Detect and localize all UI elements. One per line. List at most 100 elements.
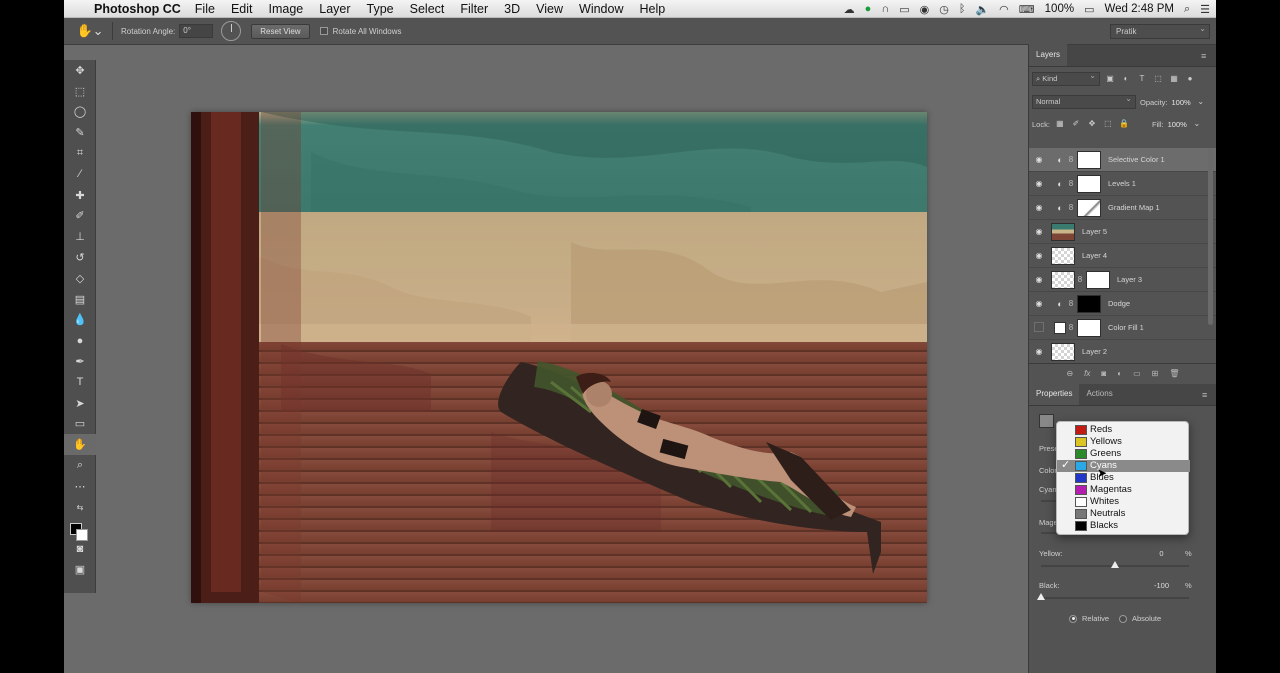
layer-name[interactable]: Color Fill 1 xyxy=(1108,323,1144,332)
black-slider-thumb[interactable] xyxy=(1037,593,1045,600)
tab-actions[interactable]: Actions xyxy=(1079,383,1119,405)
new-adjustment-icon[interactable]: ◐ xyxy=(1117,369,1122,378)
bluetooth-icon[interactable]: ᛒ xyxy=(959,3,966,15)
menu-layer[interactable]: Layer xyxy=(319,2,350,16)
colors-option-whites[interactable]: Whites xyxy=(1057,496,1190,508)
absolute-radio[interactable]: Absolute xyxy=(1119,614,1161,623)
record-icon[interactable]: ◉ xyxy=(920,3,930,16)
sync-icon[interactable]: ● xyxy=(865,3,872,15)
marquee-tool-icon[interactable]: ⬚ xyxy=(64,81,96,102)
absolute-radio-button[interactable] xyxy=(1119,614,1127,623)
rotate-view-tool-icon[interactable]: ✋⌄ xyxy=(76,21,104,41)
tab-layers[interactable]: Layers xyxy=(1029,44,1068,66)
lock-all-icon[interactable]: 🔒 xyxy=(1118,118,1130,130)
brush-tool-icon[interactable]: ✐ xyxy=(64,206,96,227)
relative-radio[interactable]: Relative xyxy=(1069,614,1109,623)
menu-filter[interactable]: Filter xyxy=(460,2,488,16)
menu-file[interactable]: File xyxy=(195,2,215,16)
visibility-eye-icon[interactable]: ◉ xyxy=(1029,155,1049,164)
relative-radio-button[interactable] xyxy=(1069,614,1077,623)
menu-view[interactable]: View xyxy=(536,2,563,16)
gradient-tool-icon[interactable]: ▤ xyxy=(64,289,96,310)
layer-kind-filter[interactable]: ⌕ Kind xyxy=(1032,70,1100,86)
headphones-icon[interactable]: ∩ xyxy=(881,3,889,15)
zoom-tool-icon[interactable]: ⌕ xyxy=(64,455,96,476)
layer-row[interactable]: ◉ ◐ 8 Levels 1 xyxy=(1029,172,1216,196)
colors-option-cyans[interactable]: ✓ Cyans xyxy=(1057,459,1190,472)
menu-help[interactable]: Help xyxy=(640,2,666,16)
link-chain-icon[interactable]: 8 xyxy=(1066,203,1076,212)
type-tool-icon[interactable]: T xyxy=(64,372,96,393)
layer-thumbnail[interactable] xyxy=(1051,270,1075,289)
new-layer-icon[interactable]: ⊞ xyxy=(1152,369,1159,378)
layer-row[interactable]: ◉ Layer 4 xyxy=(1029,244,1216,268)
layer-mask-thumbnail[interactable] xyxy=(1077,150,1101,169)
layer-mask-thumbnail[interactable] xyxy=(1077,318,1101,337)
link-layers-icon[interactable]: ⊖ xyxy=(1066,369,1073,378)
eraser-tool-icon[interactable]: ◇ xyxy=(64,268,96,289)
move-tool-icon[interactable]: ✥ xyxy=(64,60,96,81)
clone-stamp-tool-icon[interactable]: ⊥ xyxy=(64,226,96,247)
rectangle-tool-icon[interactable]: ▭ xyxy=(64,414,96,435)
visibility-eye-icon[interactable]: ◉ xyxy=(1029,299,1049,308)
layer-style-fx-icon[interactable]: fx xyxy=(1084,369,1090,378)
colors-option-neutrals[interactable]: Neutrals xyxy=(1057,508,1190,520)
visibility-eye-icon[interactable]: ◉ xyxy=(1029,251,1049,260)
filter-adjustment-icon[interactable]: ◐ xyxy=(1120,73,1132,85)
lock-transparent-icon[interactable]: ▦ xyxy=(1054,118,1066,130)
reset-view-button[interactable]: Reset View xyxy=(251,23,310,39)
colors-option-yellows[interactable]: Yellows xyxy=(1057,436,1190,448)
colors-option-reds[interactable]: Reds xyxy=(1057,424,1190,436)
layer-thumbnail[interactable] xyxy=(1051,246,1075,265)
filter-type-icon[interactable]: T xyxy=(1136,73,1148,85)
link-chain-icon[interactable]: 8 xyxy=(1075,275,1085,284)
screen-mode-icon[interactable]: ▣ xyxy=(64,559,96,580)
visibility-eye-icon[interactable]: ◉ xyxy=(1029,227,1049,236)
opacity-value[interactable]: 100% xyxy=(1172,98,1191,107)
lock-artboard-icon[interactable]: ⬚ xyxy=(1102,118,1114,130)
eyedropper-tool-icon[interactable]: ⁄ xyxy=(64,164,96,185)
dodge-tool-icon[interactable]: ● xyxy=(64,330,96,351)
link-chain-icon[interactable]: 8 xyxy=(1066,299,1076,308)
layer-name[interactable]: Selective Color 1 xyxy=(1108,155,1165,164)
layer-row[interactable]: ◉ ◐ 8 Selective Color 1 xyxy=(1029,148,1216,172)
colors-option-blacks[interactable]: Blacks xyxy=(1057,520,1190,532)
colors-option-blues[interactable]: Blues xyxy=(1057,472,1190,484)
spotlight-icon[interactable]: ⌕ xyxy=(1184,3,1190,16)
time-machine-icon[interactable]: ◷ xyxy=(939,3,949,16)
opacity-chevron-icon[interactable]: ⌄ xyxy=(1195,96,1207,108)
more-tools-icon[interactable]: ⋯ xyxy=(64,476,96,497)
layer-name[interactable]: Layer 5 xyxy=(1082,227,1107,236)
properties-panel-menu-icon[interactable]: ≡ xyxy=(1202,390,1211,400)
colors-option-greens[interactable]: Greens xyxy=(1057,448,1190,460)
menu-type[interactable]: Type xyxy=(367,2,394,16)
healing-brush-tool-icon[interactable]: ✚ xyxy=(64,185,96,206)
layer-thumbnail[interactable] xyxy=(1051,342,1075,361)
clock[interactable]: Wed 2:48 PM xyxy=(1104,3,1173,15)
quick-mask-icon[interactable]: ◙ xyxy=(64,538,96,559)
black-slider-track[interactable] xyxy=(1041,597,1189,599)
fill-value[interactable]: 100% xyxy=(1168,120,1187,129)
background-color-swatch[interactable] xyxy=(76,529,88,541)
layers-scrollbar[interactable] xyxy=(1208,149,1213,325)
rotation-angle-input[interactable]: 0° xyxy=(179,24,214,38)
visibility-eye-icon[interactable]: ◉ xyxy=(1029,275,1049,284)
fill-chevron-icon[interactable]: ⌄ xyxy=(1191,118,1203,130)
app-name-menu[interactable]: Photoshop CC xyxy=(94,2,181,16)
notification-center-icon[interactable]: ☰ xyxy=(1200,3,1210,16)
screen-icon[interactable]: ▭ xyxy=(899,3,909,16)
path-selection-tool-icon[interactable]: ➤ xyxy=(64,393,96,414)
layer-mask-thumbnail[interactable] xyxy=(1086,270,1110,289)
history-brush-tool-icon[interactable]: ↺ xyxy=(64,247,96,268)
blur-tool-icon[interactable]: 💧 xyxy=(64,310,96,331)
layer-row[interactable]: ◉ ◐ 8 Dodge xyxy=(1029,292,1216,316)
menu-image[interactable]: Image xyxy=(269,2,304,16)
black-value[interactable]: -100 xyxy=(1139,581,1184,590)
layer-name[interactable]: Layer 3 xyxy=(1117,275,1142,284)
layers-panel-menu-icon[interactable]: ≡ xyxy=(1201,51,1210,61)
menu-select[interactable]: Select xyxy=(410,2,445,16)
filter-shape-icon[interactable]: ⬚ xyxy=(1152,73,1164,85)
layer-row[interactable]: ◉ ◐ 8 Gradient Map 1 xyxy=(1029,196,1216,220)
yellow-slider-thumb[interactable] xyxy=(1111,561,1119,568)
layer-row[interactable]: 8 Color Fill 1 xyxy=(1029,316,1216,340)
